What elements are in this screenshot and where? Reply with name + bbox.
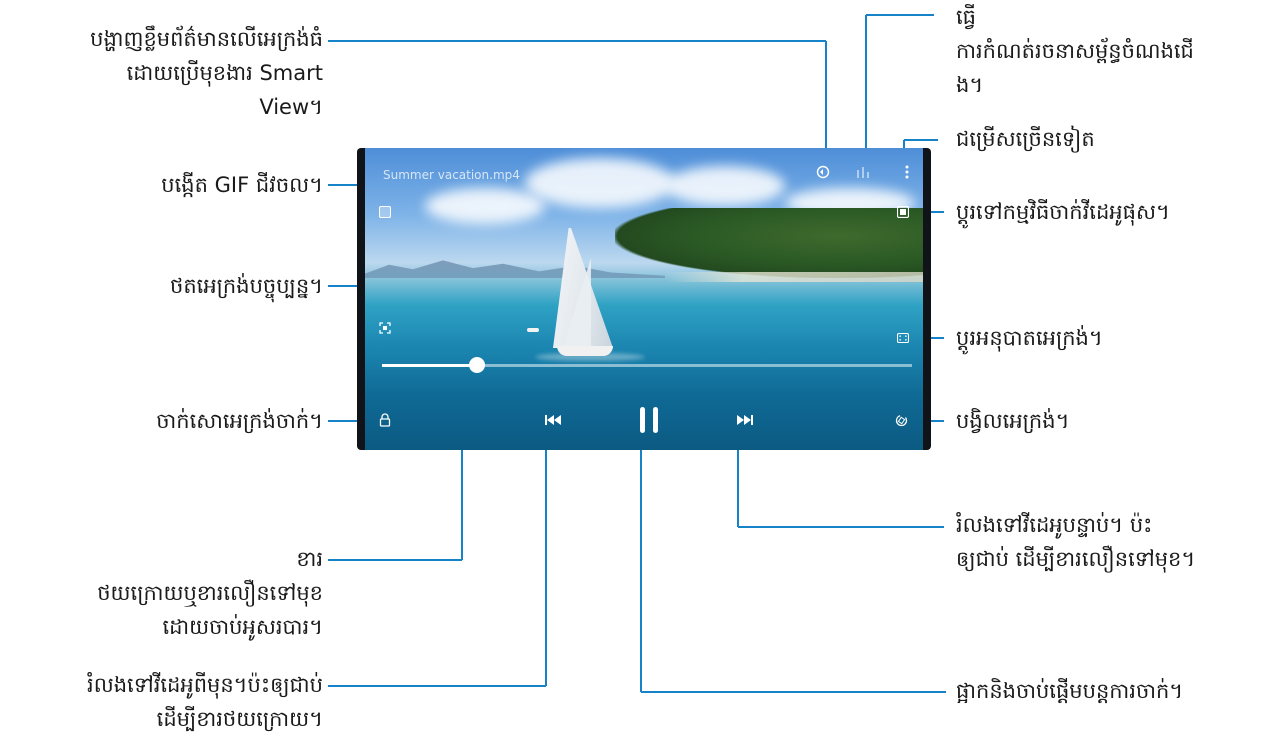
callout-scrub: ខារ ថយក្រោយឬខារលឿនទៅមុខ ដោយចាប់អូសរបារ។ — [97, 547, 323, 639]
equalizer-button[interactable] — [853, 162, 873, 182]
callout-rotate: បង្វិលអេក្រង់។ — [956, 409, 1070, 433]
previous-button[interactable] — [543, 412, 563, 428]
seek-bar-thumb[interactable] — [469, 357, 486, 373]
island — [615, 208, 923, 278]
popup-player-icon — [897, 206, 909, 218]
gif-button[interactable] — [377, 204, 393, 220]
more-options-button[interactable] — [901, 162, 913, 182]
cloud — [665, 166, 785, 206]
cloud — [425, 188, 545, 224]
callout-previous: រំលងទៅវីដេអូពីមុន។ប៉ះឲ្យជាប់ ដើម្បីខារថយ… — [87, 673, 323, 731]
callout-capture: ថតអេក្រង់បច្ចុប្បន្ន។ — [170, 274, 323, 298]
next-button[interactable] — [735, 412, 755, 428]
beach — [665, 272, 923, 282]
popup-player-button[interactable] — [895, 204, 911, 220]
lock-icon — [379, 413, 391, 427]
rotate-icon — [895, 414, 907, 426]
callout-ratio: ប្ដូរអនុបាតអេក្រង់។ — [956, 326, 1103, 350]
equalizer-icon — [857, 167, 869, 178]
lock-button[interactable] — [377, 412, 393, 428]
callout-more-options: ជម្រើសច្រើនទៀត — [956, 127, 1095, 151]
skip-next-icon — [737, 415, 753, 425]
pause-button[interactable] — [629, 404, 669, 436]
capture-icon — [379, 322, 391, 334]
callout-lock: ចាក់សោអេក្រង់ចាក់។ — [156, 409, 323, 433]
smart-view-button[interactable] — [813, 162, 833, 182]
more-options-icon — [905, 165, 909, 179]
skip-previous-icon — [545, 415, 561, 425]
rotate-button[interactable] — [893, 412, 909, 428]
video-frame[interactable]: Summer vacation.mp4 — [365, 148, 923, 450]
smart-view-icon — [816, 165, 830, 179]
gif-icon — [379, 206, 391, 218]
callout-smart-view: បង្ហាញខ្លឹមព័ត៌មានលើអេក្រង់ធំ ដោយប្រើមុខ… — [90, 27, 323, 119]
aspect-ratio-button[interactable] — [895, 330, 911, 346]
video-player-screen[interactable]: Summer vacation.mp4 — [357, 148, 931, 450]
callout-gif: បង្កើត GIF ជីវចល។ — [161, 173, 323, 197]
aspect-ratio-icon — [897, 333, 909, 343]
callout-equalizer: ធ្វើ ការកំណត់រចនាសម្ព័ន្ធចំណងជើ ង។ — [956, 5, 1194, 97]
callout-next: រំលងទៅវីដេអូបន្ទាប់។ ប៉ះ ឲ្យជាប់ ដើម្បីខ… — [956, 513, 1196, 571]
cloud — [525, 158, 675, 208]
seek-bar-progress — [382, 364, 478, 367]
seek-bar[interactable] — [382, 357, 912, 373]
capture-button[interactable] — [377, 320, 393, 336]
small-boat — [527, 328, 539, 332]
callout-pause: ផ្អាកនិងចាប់ផ្ដើមបន្តការចាក់។ — [956, 679, 1184, 703]
pause-icon — [640, 407, 658, 433]
video-title: Summer vacation.mp4 — [383, 168, 520, 182]
callout-popup: ប្ដូរទៅកម្មវិធីចាក់វីដេអូផុស។ — [956, 200, 1170, 224]
sailboat-hull — [557, 346, 613, 356]
